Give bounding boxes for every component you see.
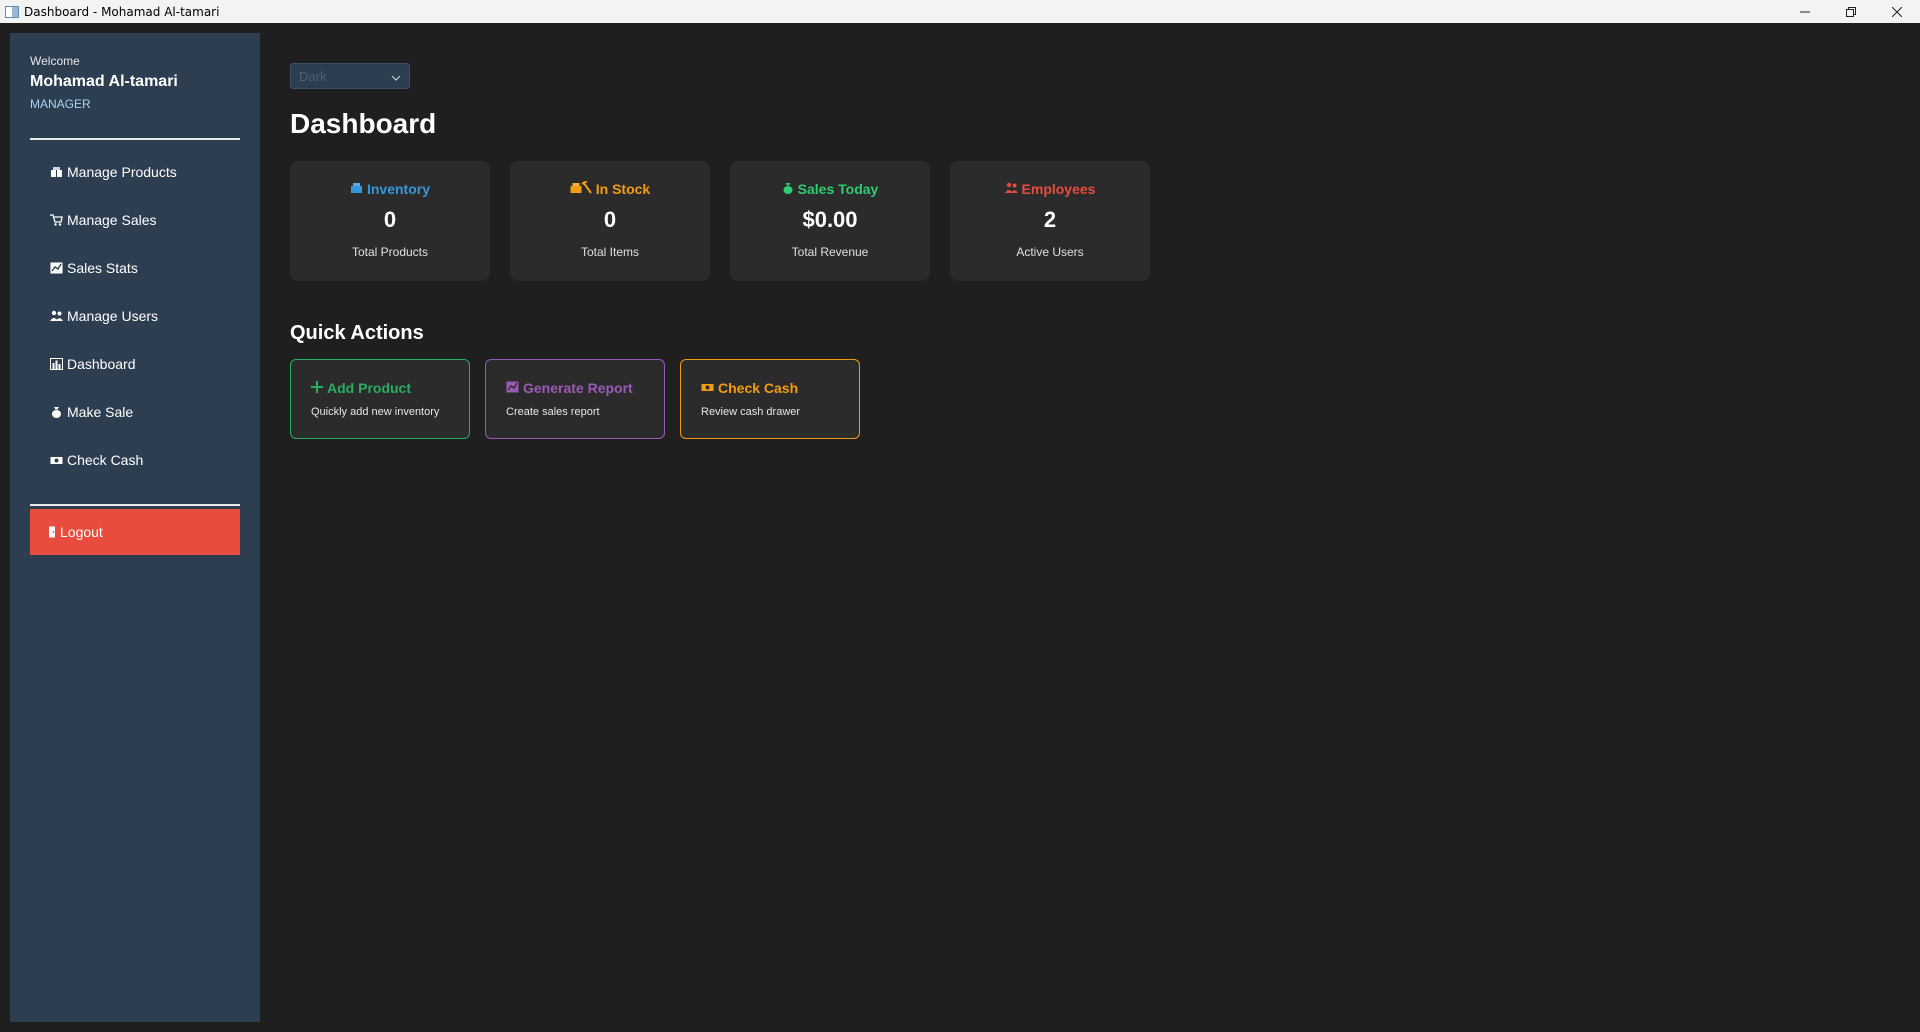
banknote-icon — [701, 380, 714, 396]
sidebar-divider — [30, 504, 240, 506]
restore-icon — [1846, 6, 1856, 17]
quick-action-title: Add Product — [311, 380, 411, 396]
money-bag-icon — [782, 181, 794, 197]
sidebar-item-manage-sales[interactable]: Manage Sales — [10, 196, 260, 244]
stat-card-sales-today: Sales Today $0.00 Total Revenue — [730, 161, 930, 281]
sidebar-item-label: Manage Products — [67, 164, 177, 180]
sidebar-item-label: Manage Sales — [67, 212, 157, 228]
sidebar-item-label: Manage Users — [67, 308, 159, 324]
quick-action-label: Add Product — [327, 380, 411, 396]
quick-action-description: Review cash drawer — [701, 406, 801, 418]
quick-action-title: Check Cash — [701, 380, 798, 396]
window-titlebar: Dashboard - Mohamad Al-tamari — [0, 0, 1920, 23]
check-cash-button[interactable]: Check Cash Review cash drawer — [680, 359, 860, 439]
package-pick-icon — [570, 180, 592, 197]
sidebar-item-label: Check Cash — [67, 452, 144, 468]
quick-action-label: Generate Report — [523, 380, 633, 396]
sidebar-item-label: Make Sale — [67, 404, 134, 420]
package-icon — [50, 166, 64, 178]
minimize-button[interactable] — [1782, 0, 1828, 23]
sidebar: Welcome Mohamad Al-tamari MANAGER Manage… — [10, 33, 260, 1022]
card-title-label: Inventory — [366, 181, 430, 197]
card-value: 2 — [1043, 207, 1057, 232]
door-icon — [48, 526, 57, 538]
quick-action-label: Check Cash — [718, 380, 799, 396]
users-icon — [1004, 181, 1018, 197]
window-title: Dashboard - Mohamad Al-tamari — [24, 4, 220, 19]
card-title-label: Employees — [1021, 181, 1096, 197]
close-button[interactable] — [1874, 0, 1920, 23]
card-title: Employees — [950, 181, 1150, 197]
chart-icon — [50, 262, 64, 274]
sidebar-item-check-cash[interactable]: Check Cash — [10, 436, 260, 484]
user-name: Mohamad Al-tamari — [30, 73, 178, 90]
window-controls — [1782, 0, 1920, 23]
card-title: Sales Today — [730, 181, 930, 197]
card-title: In Stock — [510, 180, 710, 197]
card-subtitle: Active Users — [1016, 245, 1084, 259]
card-value: 0 — [383, 207, 397, 232]
card-value: 0 — [603, 207, 617, 232]
sidebar-item-label: Dashboard — [67, 356, 136, 372]
sidebar-divider — [30, 138, 240, 140]
theme-select[interactable]: Dark — [290, 63, 410, 89]
quick-action-description: Create sales report — [506, 406, 600, 418]
restore-button[interactable] — [1828, 0, 1874, 23]
quick-actions-title: Quick Actions — [290, 322, 424, 344]
sidebar-item-manage-users[interactable]: Manage Users — [10, 292, 260, 340]
page-title: Dashboard — [290, 108, 437, 139]
theme-select-value: Dark — [299, 68, 327, 84]
app-icon — [5, 5, 19, 18]
sidebar-item-sales-stats[interactable]: Sales Stats — [10, 244, 260, 292]
sidebar-item-manage-products[interactable]: Manage Products — [10, 148, 260, 196]
logout-label: Logout — [60, 524, 103, 540]
user-role: MANAGER — [30, 97, 91, 111]
logout-button[interactable]: Logout — [30, 509, 240, 555]
cart-icon — [50, 214, 64, 226]
stat-card-inventory: Inventory 0 Total Products — [290, 161, 490, 281]
money-bag-icon — [50, 406, 64, 418]
stat-card-employees: Employees 2 Active Users — [950, 161, 1150, 281]
users-icon — [50, 310, 64, 322]
sidebar-nav: Manage Products Manage Sales Sales Stats… — [10, 148, 260, 484]
card-title: Inventory — [290, 181, 490, 197]
generate-report-button[interactable]: Generate Report Create sales report — [485, 359, 665, 439]
close-icon — [1892, 6, 1902, 17]
card-title-label: In Stock — [595, 181, 651, 197]
plus-icon — [311, 380, 323, 396]
stat-card-in-stock: In Stock 0 Total Items — [510, 161, 710, 281]
quick-action-title: Generate Report — [506, 380, 633, 396]
sidebar-item-make-sale[interactable]: Make Sale — [10, 388, 260, 436]
chevron-down-icon — [391, 69, 401, 84]
bar-chart-icon — [50, 358, 64, 370]
package-icon — [350, 181, 363, 197]
card-title-label: Sales Today — [797, 181, 879, 197]
card-subtitle: Total Items — [580, 245, 640, 259]
add-product-button[interactable]: Add Product Quickly add new inventory — [290, 359, 470, 439]
card-subtitle: Total Products — [351, 245, 429, 259]
quick-action-description: Quickly add new inventory — [311, 406, 440, 418]
minimize-icon — [1800, 11, 1810, 12]
sidebar-item-label: Sales Stats — [67, 260, 138, 276]
welcome-label: Welcome — [30, 54, 80, 68]
banknote-icon — [50, 454, 64, 466]
chart-icon — [506, 380, 519, 396]
card-value: $0.00 — [802, 207, 858, 232]
card-subtitle: Total Revenue — [791, 245, 869, 259]
sidebar-item-dashboard[interactable]: Dashboard — [10, 340, 260, 388]
